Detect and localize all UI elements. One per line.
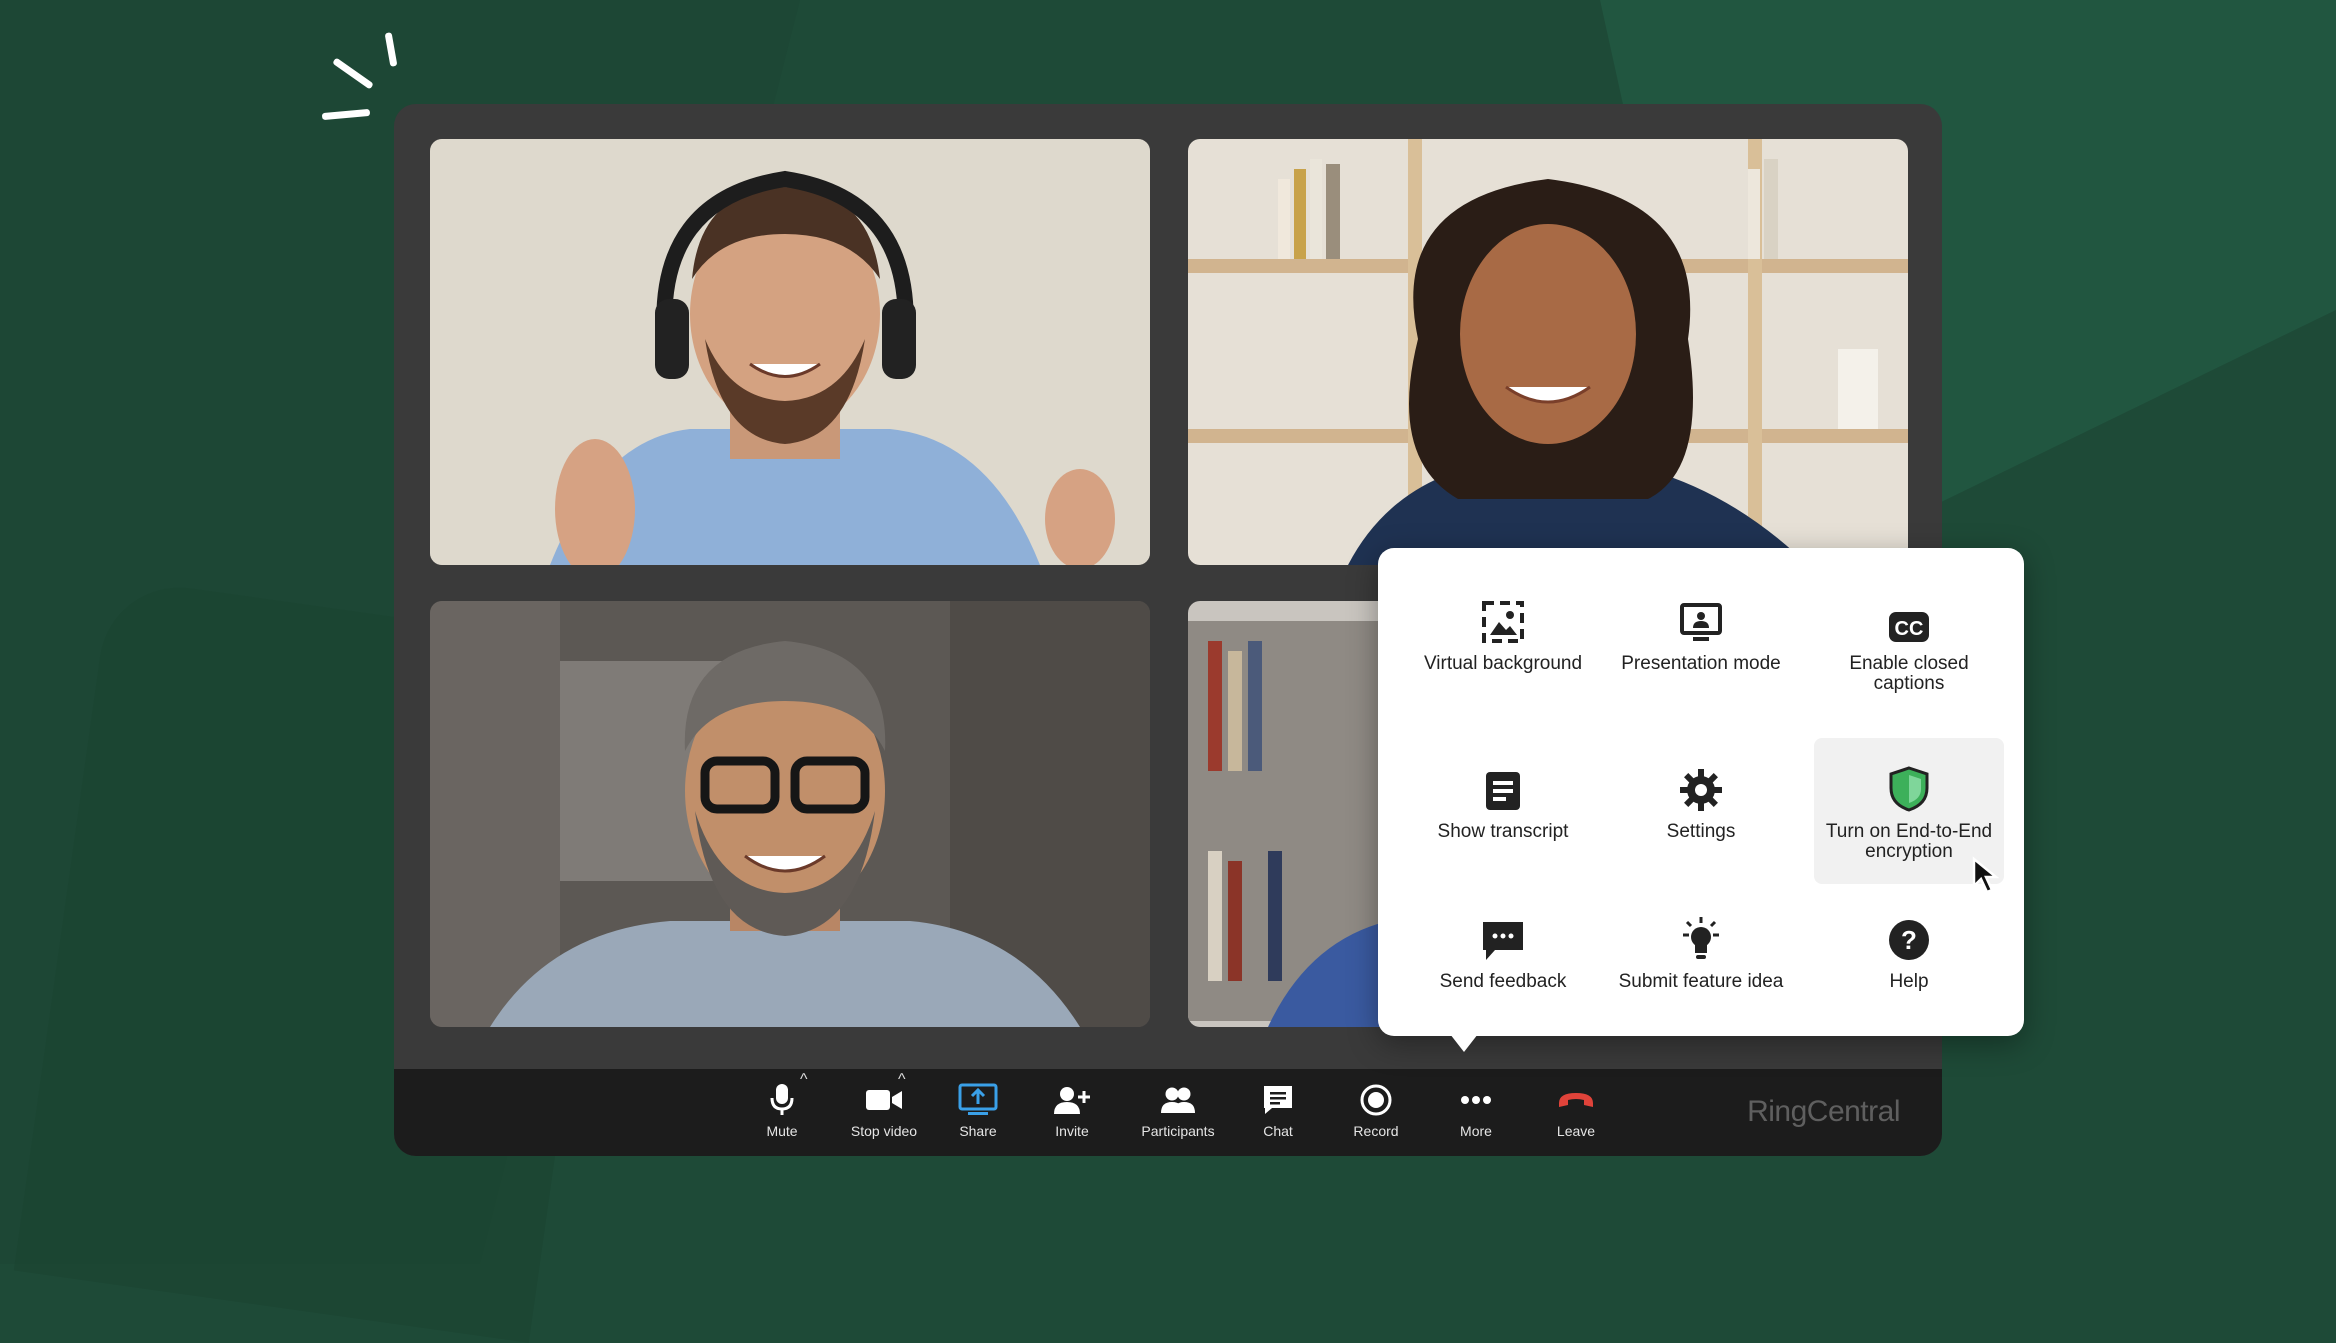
show-transcript-item[interactable]: Show transcript (1408, 752, 1598, 898)
video-tile-participant-1[interactable] (430, 139, 1150, 565)
help-icon: ? (1814, 902, 2004, 962)
video-options-chevron-icon[interactable]: ^ (898, 1071, 906, 1089)
send-feedback-item[interactable]: Send feedback (1408, 902, 1598, 1048)
leave-label: Leave (1556, 1123, 1596, 1139)
help-label: Help (1889, 971, 1929, 992)
chat-button[interactable]: Chat (1246, 1079, 1310, 1151)
hang-up-icon (1540, 1079, 1612, 1121)
video-tile-participant-2[interactable] (1188, 139, 1908, 565)
meeting-toolbar: Mute ^ Stop video ^ Share Invite Partici… (394, 1069, 1942, 1156)
invite-label: Invite (1055, 1123, 1089, 1139)
settings-label: Settings (1666, 821, 1736, 842)
share-screen-icon (942, 1079, 1014, 1121)
submit-feature-idea-label: Submit feature idea (1618, 971, 1784, 992)
virtual-background-label: Virtual background (1423, 653, 1583, 674)
participants-label: Participants (1141, 1123, 1215, 1139)
participants-button[interactable]: Participants (1120, 1079, 1236, 1151)
svg-text:?: ? (1901, 925, 1917, 955)
svg-text:CC: CC (1895, 618, 1924, 640)
presentation-icon (1606, 584, 1796, 644)
participants-icon (1120, 1079, 1236, 1121)
shield-icon (1814, 738, 2004, 812)
invite-button[interactable]: Invite (1036, 1079, 1108, 1151)
settings-item[interactable]: Settings (1606, 752, 1796, 898)
add-person-icon (1036, 1079, 1108, 1121)
record-button[interactable]: Record (1336, 1079, 1416, 1151)
presentation-mode-item[interactable]: Presentation mode (1606, 584, 1796, 730)
stop-video-label: Stop video (850, 1123, 918, 1139)
more-options-menu: Virtual background Presentation mode CC … (1378, 548, 2024, 1036)
video-camera-icon (834, 1079, 934, 1121)
share-button[interactable]: Share (942, 1079, 1014, 1151)
record-icon (1336, 1079, 1416, 1121)
closed-captions-label: Enable closed captions (1849, 653, 1969, 694)
submit-feature-idea-item[interactable]: Submit feature idea (1606, 902, 1796, 1048)
mute-button[interactable]: Mute (750, 1079, 814, 1151)
more-button[interactable]: More (1440, 1079, 1512, 1151)
stop-video-button[interactable]: Stop video (834, 1079, 934, 1151)
menu-pointer (1450, 1034, 1478, 1052)
send-feedback-label: Send feedback (1439, 971, 1567, 992)
presentation-mode-label: Presentation mode (1621, 653, 1781, 674)
record-label: Record (1353, 1123, 1399, 1139)
closed-captions-item[interactable]: CC Enable closed captions (1814, 584, 2004, 730)
more-dots-icon (1440, 1079, 1512, 1121)
mouse-cursor-icon (1970, 856, 2010, 901)
lightbulb-icon (1606, 902, 1796, 962)
transcript-icon (1408, 752, 1598, 812)
leave-button[interactable]: Leave (1540, 1079, 1612, 1151)
mute-label: Mute (766, 1123, 798, 1139)
chat-icon (1246, 1079, 1310, 1121)
gear-icon (1606, 752, 1796, 812)
video-tile-participant-3[interactable] (430, 601, 1150, 1027)
share-label: Share (959, 1123, 997, 1139)
help-item[interactable]: ? Help (1814, 902, 2004, 1048)
more-label: More (1460, 1123, 1492, 1139)
mute-options-chevron-icon[interactable]: ^ (800, 1071, 808, 1089)
show-transcript-label: Show transcript (1437, 821, 1569, 842)
virtual-background-item[interactable]: Virtual background (1408, 584, 1598, 730)
ringcentral-logo: RingCentral (1747, 1095, 1900, 1128)
feedback-icon (1408, 902, 1598, 962)
closed-captions-icon: CC (1814, 584, 2004, 644)
virtual-background-icon (1408, 584, 1598, 644)
chat-label: Chat (1263, 1123, 1293, 1139)
